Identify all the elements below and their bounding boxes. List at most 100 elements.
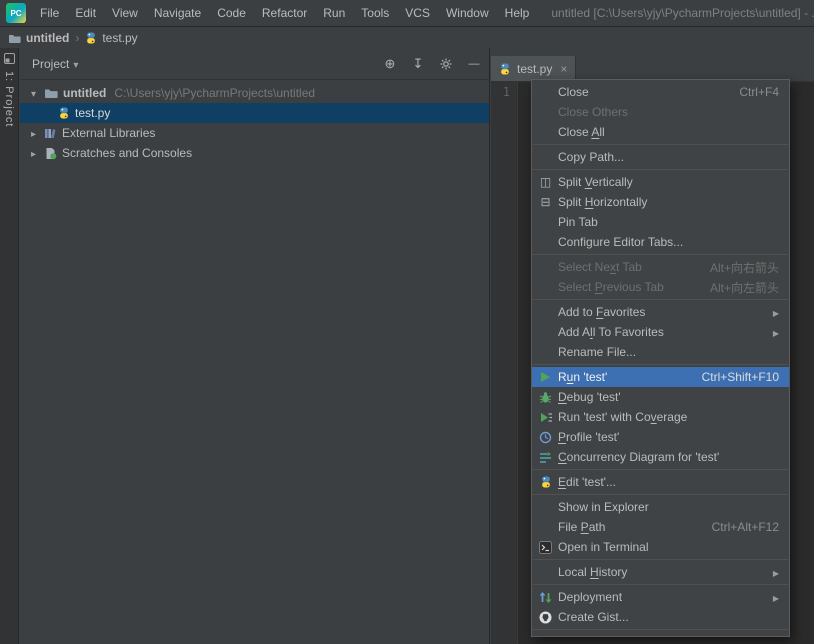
menu-item-label: Create Gist... [558,610,629,624]
menu-vcs[interactable]: VCS [397,6,438,20]
menu-item-rename-file[interactable]: Rename File... [532,342,789,362]
menu-separator [533,559,788,560]
collapse-caret-icon[interactable] [28,146,39,160]
submenu-arrow-icon [773,305,779,319]
menu-separator [533,144,788,145]
tree-row-label: Scratches and Consoles [62,146,193,160]
menu-item-run-test-with-coverage[interactable]: Run 'test' with Coverage [532,407,789,427]
tree-row-external-libraries[interactable]: External Libraries [20,123,489,143]
breadcrumb-separator-icon: › [75,31,80,45]
tree-row-test-py[interactable]: test.py [20,103,489,123]
menu-item-split-horizontally[interactable]: Split Horizontally [532,192,789,212]
expand-caret-icon[interactable] [28,86,39,100]
icon-spacer [537,149,554,165]
icon-spacer [537,214,554,230]
menu-item-label: Add to Favorites [558,305,646,319]
menu-window[interactable]: Window [438,6,497,20]
line-number: 1 [502,85,510,99]
menu-item-select-previous-tab: Select Previous Tab Alt+向左箭头 [532,277,789,297]
icon-spacer [537,124,554,140]
project-tool-window-button[interactable]: 1: Project [0,53,18,127]
project-view-dropdown[interactable]: Project [32,57,78,71]
menu-item-label: Close All [558,125,605,139]
menu-refactor[interactable]: Refactor [254,6,315,20]
editor-tab-test-py[interactable]: test.py [491,56,577,81]
tree-row-project-root[interactable]: untitled C:\Users\yjy\PycharmProjects\un… [20,83,489,103]
menu-item-label: Copy Path... [558,150,625,164]
menu-separator [533,494,788,495]
menu-item-close-all[interactable]: Close All [532,122,789,142]
menu-item-concurrency-diagram[interactable]: Concurrency Diagram for 'test' [532,447,789,467]
menu-item-label: Add All To Favorites [558,325,664,339]
settings-gear-icon[interactable] [439,57,453,71]
menu-item-label: Local History [558,565,628,579]
menu-item-show-in-explorer[interactable]: Show in Explorer [532,497,789,517]
hide-panel-icon[interactable] [467,57,481,71]
menu-item-deployment[interactable]: Deployment [532,587,789,607]
menu-run[interactable]: Run [315,6,353,20]
menu-item-file-path[interactable]: File Path Ctrl+Alt+F12 [532,517,789,537]
coverage-icon [537,409,554,425]
menu-item-shortcut: Ctrl+Shift+F10 [701,370,779,384]
menu-help[interactable]: Help [497,6,538,20]
menu-item-label: Profile 'test' [558,430,620,444]
editor-tab-context-menu: Close Ctrl+F4 Close Others Close All Cop… [531,79,790,637]
submenu-arrow-icon [773,565,779,579]
profile-icon [537,429,554,445]
python-icon [537,474,554,490]
menu-item-add-to-favorites[interactable]: Add to Favorites [532,302,789,322]
menu-item-label: Run 'test' with Coverage [558,410,688,424]
breadcrumb-project[interactable]: untitled [8,31,69,45]
concurrency-icon [537,449,554,465]
menu-item-label: Debug 'test' [558,390,621,404]
editor-tab-bar: test.py [491,48,814,82]
menu-tools[interactable]: Tools [353,6,397,20]
breadcrumb: untitled › test.py [0,28,814,48]
chevron-down-icon [73,57,78,71]
icon-spacer [537,234,554,250]
tool-window-icon [3,53,15,67]
close-tab-icon[interactable] [558,63,567,75]
menu-item-add-all-to-favorites[interactable]: Add All To Favorites [532,322,789,342]
menu-navigate[interactable]: Navigate [146,6,209,20]
menu-item-label: Select Previous Tab [558,280,664,294]
menu-item-label: Edit 'test'... [558,475,616,489]
collapse-all-icon[interactable] [411,57,425,71]
tree-row-scratches[interactable]: Scratches and Consoles [20,143,489,163]
menu-separator [533,254,788,255]
menu-code[interactable]: Code [209,6,254,20]
menu-item-profile-test[interactable]: Profile 'test' [532,427,789,447]
submenu-arrow-icon [773,590,779,604]
icon-spacer [537,259,554,275]
menu-item-label: Open in Terminal [558,540,649,554]
menu-item-edit-test[interactable]: Edit 'test'... [532,472,789,492]
menu-item-local-history[interactable]: Local History [532,562,789,582]
menu-item-run-test[interactable]: Run 'test' Ctrl+Shift+F10 [532,367,789,387]
menu-item-close[interactable]: Close Ctrl+F4 [532,82,789,102]
menu-view[interactable]: View [104,6,146,20]
menu-item-shortcut: Alt+向右箭头 [709,260,779,275]
submenu-arrow-icon [773,325,779,339]
menu-file[interactable]: File [32,6,67,20]
python-file-icon [499,63,511,75]
scratches-icon [44,147,57,160]
menu-item-split-vertically[interactable]: Split Vertically [532,172,789,192]
locate-icon[interactable] [383,57,397,71]
breadcrumb-file[interactable]: test.py [85,31,138,45]
menu-separator [533,629,788,630]
menu-edit[interactable]: Edit [67,6,104,20]
menu-item-create-gist[interactable]: Create Gist... [532,607,789,627]
menu-item-copy-path[interactable]: Copy Path... [532,147,789,167]
menu-item-label: Deployment [558,590,623,604]
icon-spacer [537,564,554,580]
menu-item-label: Run 'test' [558,370,608,384]
menu-item-label: Rename File... [558,345,637,359]
collapse-caret-icon[interactable] [28,126,39,140]
menu-item-debug-test[interactable]: Debug 'test' [532,387,789,407]
tree-row-label: test.py [75,106,111,120]
menu-item-configure-editor-tabs[interactable]: Configure Editor Tabs... [532,232,789,252]
libraries-icon [44,127,57,140]
menu-separator [533,299,788,300]
menu-item-pin-tab[interactable]: Pin Tab [532,212,789,232]
menu-item-open-in-terminal[interactable]: Open in Terminal [532,537,789,557]
